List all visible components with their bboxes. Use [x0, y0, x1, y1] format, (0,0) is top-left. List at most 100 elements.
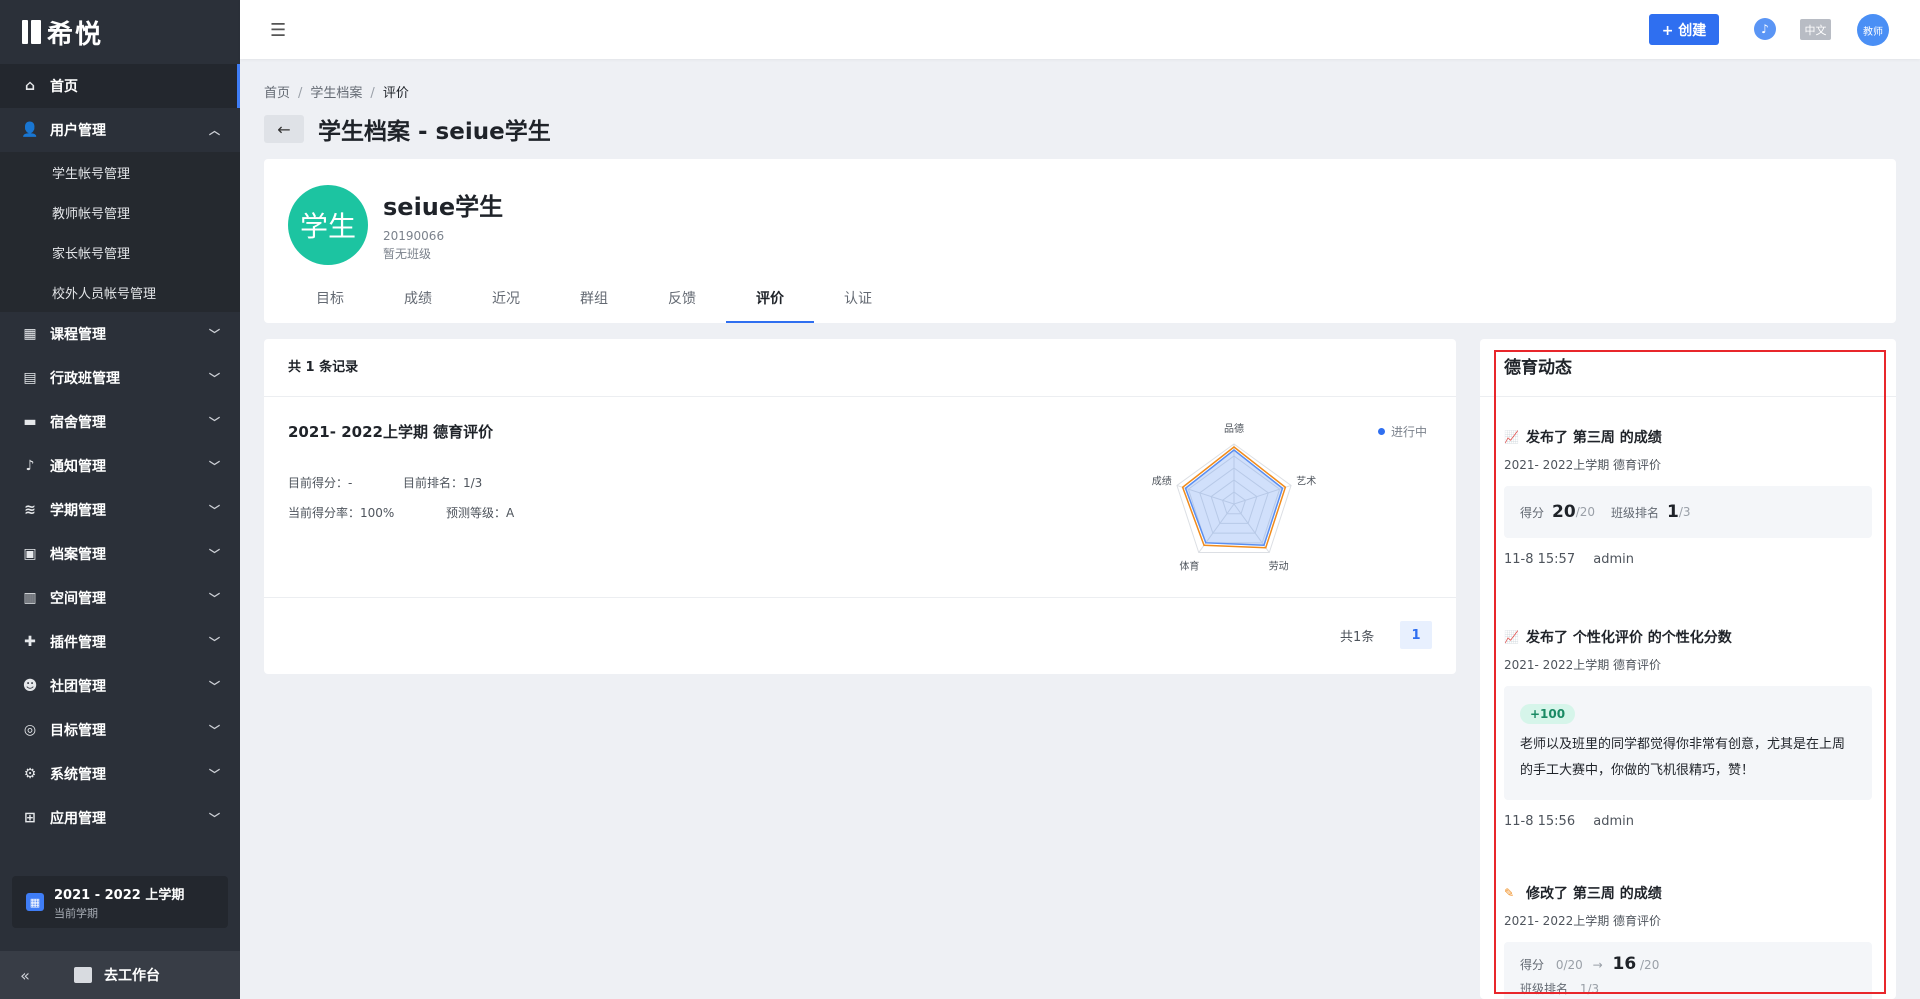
score-value: 20	[1552, 502, 1576, 522]
app-logo[interactable]: 希悦	[0, 0, 240, 64]
rank-label: 班级排名	[1611, 505, 1660, 520]
radar-label: 艺术	[1296, 476, 1316, 488]
student-profile-card: 学生 seiue学生 20190066 暂无班级 目标 成绩 近况 群组 反馈 …	[264, 159, 1896, 323]
student-id: 20190066	[383, 229, 445, 243]
current-term-card[interactable]: ▦ 2021 - 2022 上学期 当前学期	[12, 876, 228, 928]
feed-action: 📈 发布了 第三周 的成绩	[1504, 427, 1872, 447]
user-gear-icon: 👤	[21, 122, 39, 138]
sidebar-item-clubs[interactable]: ☻ 社团管理 ﹀	[0, 664, 240, 708]
sidebar-item-apps[interactable]: ⊞ 应用管理 ﹀	[0, 796, 240, 840]
chevron-down-icon: ﹀	[209, 636, 220, 649]
feed-user: admin	[1593, 814, 1634, 829]
radar-chart: 品德艺术劳动 体育 成绩	[1152, 422, 1317, 572]
bell-icon: ♪	[25, 458, 35, 474]
profile-tabs: 目标 成绩 近况 群组 反馈 评价 认证	[286, 280, 902, 323]
language-switch[interactable]: 中文	[1800, 19, 1831, 40]
sidebar-item-label: 插件管理	[50, 635, 106, 651]
chevron-down-icon: ﹀	[209, 460, 220, 473]
sidebar-item-label: 空间管理	[50, 591, 106, 607]
comment-text: 老师以及班里的同学都觉得你非常有创意，尤其是在上周的手工大赛中，你做的飞机很精巧…	[1520, 737, 1846, 778]
sidebar-subitem-teacher-accounts[interactable]: 教师帐号管理	[0, 192, 240, 232]
calendar-icon: ▦	[26, 893, 44, 911]
sidebar-item-label: 档案管理	[50, 547, 106, 563]
sidebar-item-classes[interactable]: ▤ 行政班管理 ﹀	[0, 356, 240, 400]
chevron-down-icon: ﹀	[209, 812, 220, 825]
evaluation-title[interactable]: 2021- 2022上学期 德育评价	[288, 421, 493, 442]
tab-grades[interactable]: 成绩	[374, 280, 462, 323]
feed-title: 德育动态	[1480, 339, 1896, 397]
menu-fold-icon[interactable]: ☰	[270, 20, 286, 41]
user-avatar[interactable]: 教师	[1857, 14, 1889, 46]
collapse-sidebar-icon[interactable]: «	[0, 966, 50, 985]
sidebar-item-dorms[interactable]: ▬ 宿舍管理 ﹀	[0, 400, 240, 444]
page-title-row: ← 学生档案 - seiue学生	[264, 112, 551, 146]
sidebar-item-notices[interactable]: ♪ 通知管理 ﹀	[0, 444, 240, 488]
divider	[264, 597, 1456, 598]
sidebar-item-label: 用户管理	[50, 123, 106, 139]
moral-education-feed: 德育动态 📈 发布了 第三周 的成绩 2021- 2022上学期 德育评价 得分…	[1480, 339, 1896, 999]
logo-mark-icon	[22, 20, 41, 44]
chevron-down-icon: ﹀	[209, 680, 220, 693]
score-label: 得分	[1520, 505, 1545, 520]
chart-line-icon: 📈	[1504, 630, 1519, 644]
rank-denominator: /3	[1678, 505, 1691, 519]
feed-action-text: 发布了 第三周 的成绩	[1526, 430, 1662, 446]
sidebar-item-label: 行政班管理	[50, 371, 120, 387]
tab-certification[interactable]: 认证	[814, 280, 902, 323]
tab-goals[interactable]: 目标	[286, 280, 374, 323]
workbench-button[interactable]: 去工作台	[74, 965, 160, 985]
notification-bell-icon[interactable]: ♪	[1754, 18, 1776, 40]
top-header: ☰ + 创建 ♪ 中文 教师	[240, 0, 1920, 59]
sidebar-item-archives[interactable]: ▣ 档案管理 ﹀	[0, 532, 240, 576]
sidebar-item-spaces[interactable]: ▥ 空间管理 ﹀	[0, 576, 240, 620]
sidebar-item-label: 应用管理	[50, 811, 106, 827]
score-denominator: /20	[1575, 505, 1595, 519]
id-card-icon: ▣	[23, 546, 37, 562]
student-class: 暂无班级	[383, 247, 432, 261]
tab-recent[interactable]: 近况	[462, 280, 550, 323]
book-icon: ▦	[23, 326, 37, 342]
rank-value: 1	[1667, 502, 1679, 522]
radar-series-1	[1184, 449, 1284, 547]
chevron-down-icon: ﹀	[209, 416, 220, 429]
status-dot-icon	[1378, 428, 1385, 435]
tab-feedback[interactable]: 反馈	[638, 280, 726, 323]
current-score: 目前得分：-	[288, 476, 353, 490]
chart-line-icon: 📈	[1504, 430, 1519, 444]
sidebar-item-label: 首页	[50, 79, 78, 95]
home-icon: ⌂	[24, 78, 36, 94]
feed-time: 11-8 15:57	[1504, 552, 1576, 567]
student-name: seiue学生	[383, 193, 504, 221]
feed-meta: 11-8 15:57 admin	[1504, 552, 1872, 567]
create-button[interactable]: + 创建	[1649, 14, 1719, 45]
sidebar-item-system[interactable]: ⚙ 系统管理 ﹀	[0, 752, 240, 796]
change-box: 得分 0/20 → 16 /20 班级排名 1/3	[1504, 942, 1872, 999]
sidebar-item-goals[interactable]: ◎ 目标管理 ﹀	[0, 708, 240, 752]
feed-action: ✎ 修改了 第三周 的成绩	[1504, 883, 1872, 903]
sidebar-item-plugins[interactable]: ✚ 插件管理 ﹀	[0, 620, 240, 664]
sidebar-subitem-external-accounts[interactable]: 校外人员帐号管理	[0, 272, 240, 312]
sidebar-subitem-parent-accounts[interactable]: 家长帐号管理	[0, 232, 240, 272]
sidebar-item-home[interactable]: ⌂ 首页	[0, 64, 240, 108]
pagination-page-1[interactable]: 1	[1400, 621, 1432, 649]
feed-item: 📈 发布了 个性化评价 的个性化分数 2021- 2022上学期 德育评价 +1…	[1504, 627, 1872, 829]
sidebar-item-users[interactable]: 👤 用户管理 ︿	[0, 108, 240, 152]
breadcrumb-home[interactable]: 首页	[264, 86, 290, 101]
back-button[interactable]: ←	[264, 115, 304, 143]
feed-action: 📈 发布了 个性化评价 的个性化分数	[1504, 627, 1872, 647]
puzzle-icon: ✚	[24, 634, 36, 650]
sidebar-subitem-student-accounts[interactable]: 学生帐号管理	[0, 152, 240, 192]
sidebar-item-terms[interactable]: ≋ 学期管理 ﹀	[0, 488, 240, 532]
tab-evaluation[interactable]: 评价	[726, 280, 814, 323]
score-box: 得分 20 /20 班级排名 1 /3	[1504, 486, 1872, 538]
target-icon: ◎	[23, 722, 37, 738]
chevron-down-icon: ﹀	[209, 592, 220, 605]
tab-groups[interactable]: 群组	[550, 280, 638, 323]
edit-icon: ✎	[1504, 886, 1515, 900]
score-rate: 当前得分率：100%	[288, 506, 395, 520]
radar-label: 成绩	[1152, 475, 1172, 488]
chevron-down-icon: ﹀	[209, 548, 220, 561]
sidebar-item-courses[interactable]: ▦ 课程管理 ﹀	[0, 312, 240, 356]
breadcrumb-student-archive[interactable]: 学生档案	[310, 86, 362, 101]
feed-subtitle: 2021- 2022上学期 德育评价	[1504, 914, 1662, 928]
